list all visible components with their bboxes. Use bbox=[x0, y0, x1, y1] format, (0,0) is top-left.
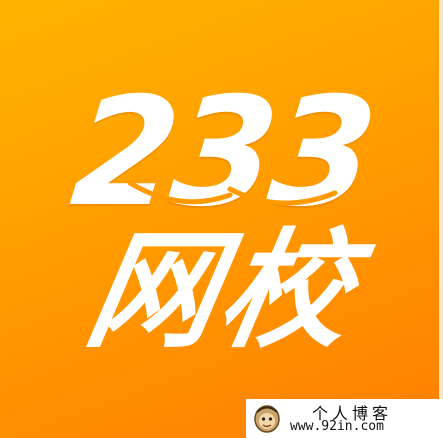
blog-watermark: 个人博客 www.92in.com bbox=[246, 399, 443, 438]
app-icon: 233 网校 bbox=[0, 0, 443, 438]
logo-swoosh-decoration bbox=[127, 180, 338, 206]
watermark-url: www.92in.com bbox=[290, 419, 384, 434]
icon-edge bbox=[439, 0, 443, 438]
cartoon-avatar-icon bbox=[254, 405, 280, 433]
logo-chinese-text: 网校 bbox=[76, 217, 367, 366]
